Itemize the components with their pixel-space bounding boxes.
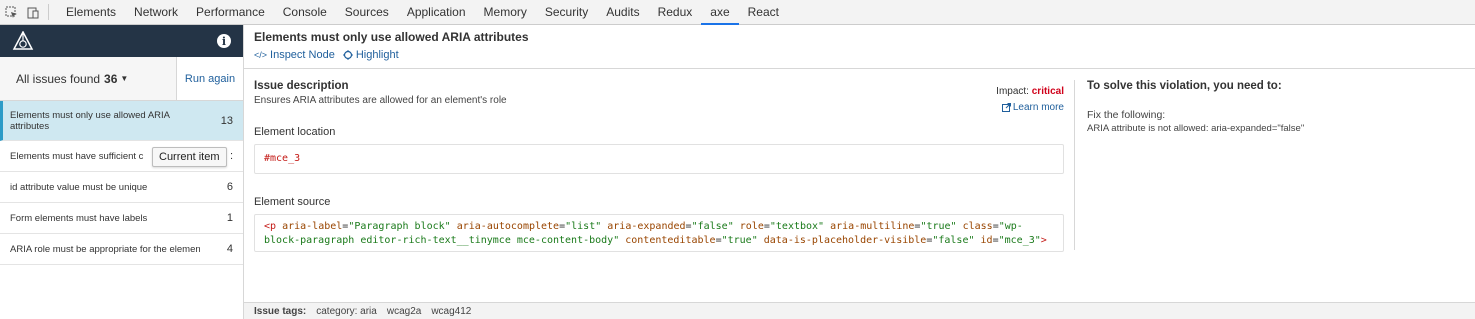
impact-block: Impact: critical Learn more xyxy=(996,86,1064,113)
issue-description-section: Issue description Ensures ARIA attribute… xyxy=(254,80,1064,252)
issue-list-item[interactable]: ARIA role must be appropriate for the el… xyxy=(0,234,243,265)
issue-label: Elements must only use allowed ARIA attr… xyxy=(10,109,170,132)
highlight-icon xyxy=(342,50,353,60)
learn-more-link[interactable]: Learn more xyxy=(996,102,1064,113)
issue-description-title: Issue description xyxy=(254,80,349,92)
axe-logo-icon xyxy=(12,31,34,50)
inspect-element-icon[interactable] xyxy=(0,0,22,25)
fix-label: Fix the following: xyxy=(1087,109,1166,121)
issue-title: Elements must only use allowed ARIA attr… xyxy=(254,30,529,44)
impact-label: Impact: xyxy=(996,86,1029,97)
info-icon[interactable]: i xyxy=(217,34,231,48)
issue-count: 1 xyxy=(226,212,233,224)
devtools-tab-audits[interactable]: Audits xyxy=(597,0,648,25)
devtools-tab-console[interactable]: Console xyxy=(274,0,336,25)
devtools-tab-memory[interactable]: Memory xyxy=(475,0,536,25)
inspect-node-label: Inspect Node xyxy=(270,49,335,61)
issue-tag: wcag2a xyxy=(386,305,422,317)
learn-more-label: Learn more xyxy=(1012,102,1064,113)
fix-detail: ARIA attribute is not allowed: aria-expa… xyxy=(1087,123,1305,134)
issue-detail-panel: Elements must only use allowed ARIA attr… xyxy=(244,25,1475,319)
issue-list-item[interactable]: id attribute value must be unique 6 xyxy=(0,172,243,203)
issues-sidebar: i All issues found 36 ▼ Run again Elemen… xyxy=(0,25,244,319)
issue-list-item[interactable]: Form elements must have labels 1 xyxy=(0,203,243,234)
device-toolbar-icon[interactable] xyxy=(22,0,44,25)
devtools-tab-axe[interactable]: axe xyxy=(701,0,739,25)
axe-brand-bar: i xyxy=(0,25,243,57)
issue-count: 13 xyxy=(220,114,233,127)
external-link-icon xyxy=(1001,103,1011,112)
devtools-tab-network[interactable]: Network xyxy=(125,0,187,25)
impact-value: critical xyxy=(1031,86,1064,97)
element-source-code: <p aria-label="Paragraph block" aria-aut… xyxy=(264,221,1047,246)
devtools-tab-bar: Elements Network Performance Console Sources… xyxy=(0,0,1475,25)
issue-description-text: Ensures ARIA attributes are allowed for … xyxy=(254,95,507,106)
solution-title: To solve this violation, you need to: xyxy=(1087,80,1282,92)
all-issues-label: All issues found xyxy=(16,71,101,86)
column-divider xyxy=(1074,80,1075,250)
issue-tags-bar: Issue tags: category: aria wcag2a wcag412 xyxy=(244,302,1475,319)
issue-label: ARIA role must be appropriate for the el… xyxy=(10,243,200,255)
element-location-selector: #mce_3 xyxy=(264,153,301,164)
issue-list-item[interactable]: Elements must only use allowed ARIA attr… xyxy=(0,101,243,141)
devtools-tab-react[interactable]: React xyxy=(739,0,788,25)
devtools-tab-elements[interactable]: Elements xyxy=(57,0,125,25)
code-icon: </> xyxy=(254,50,268,60)
issue-tags-label: Issue tags: xyxy=(254,305,307,317)
element-location-label: Element location xyxy=(254,126,336,138)
devtools-tab-sources[interactable]: Sources xyxy=(336,0,398,25)
inspect-node-button[interactable]: </> Inspect Node xyxy=(254,49,335,61)
run-again-button[interactable]: Run again xyxy=(177,57,243,100)
issue-label: Form elements must have labels xyxy=(10,212,148,224)
toolbar-divider xyxy=(48,4,49,20)
issue-tag: wcag412 xyxy=(431,305,472,317)
devtools-tab-performance[interactable]: Performance xyxy=(187,0,274,25)
element-location-box[interactable]: #mce_3 xyxy=(254,144,1064,174)
devtools-tab-redux[interactable]: Redux xyxy=(649,0,702,25)
current-item-tooltip: Current item xyxy=(152,147,227,167)
devtools-tab-application[interactable]: Application xyxy=(398,0,475,25)
issue-list: Elements must only use allowed ARIA attr… xyxy=(0,101,243,265)
issue-header: Elements must only use allowed ARIA attr… xyxy=(244,25,1475,69)
issue-count: : xyxy=(229,150,233,162)
highlight-label: Highlight xyxy=(355,49,399,61)
solution-section: To solve this violation, you need to: Fi… xyxy=(1087,80,1457,134)
issue-count: 6 xyxy=(226,181,233,193)
all-issues-dropdown[interactable]: All issues found 36 ▼ xyxy=(0,57,177,100)
element-source-label: Element source xyxy=(254,196,331,208)
issues-header: All issues found 36 ▼ Run again xyxy=(0,57,243,101)
issues-count: 36 xyxy=(104,71,118,86)
element-source-box[interactable]: <p aria-label="Paragraph block" aria-aut… xyxy=(254,214,1064,252)
caret-down-icon: ▼ xyxy=(120,74,129,83)
issue-count: 4 xyxy=(226,243,233,255)
highlight-button[interactable]: Highlight xyxy=(342,49,399,61)
issue-label: id attribute value must be unique xyxy=(10,181,148,193)
devtools-tab-security[interactable]: Security xyxy=(536,0,597,25)
issue-tag: category: aria xyxy=(316,305,377,317)
